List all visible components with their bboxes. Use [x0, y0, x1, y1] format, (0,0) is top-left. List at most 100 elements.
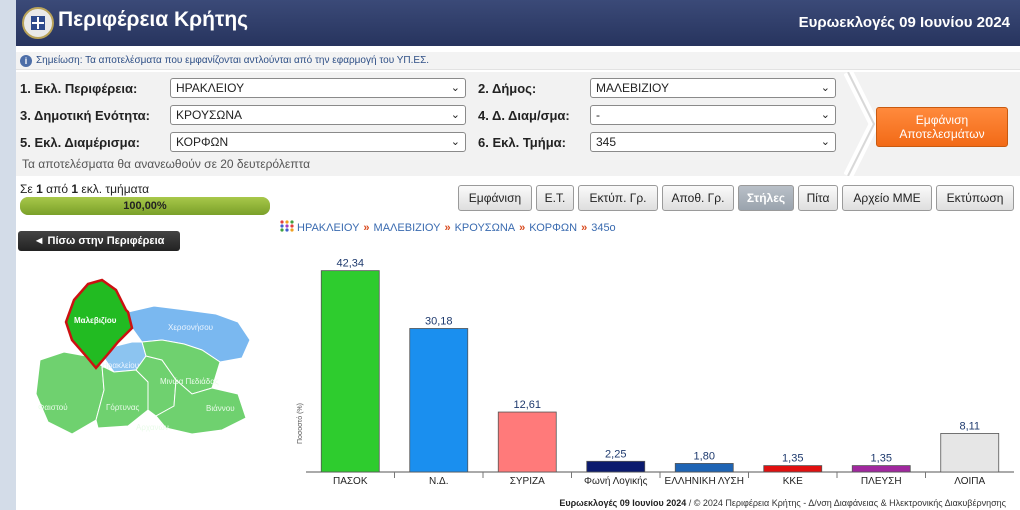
page: Περιφέρεια Κρήτης Ευρωεκλογές 09 Ιουνίου…: [16, 0, 1020, 510]
district-select[interactable]: - ⌄: [590, 105, 836, 125]
chevron-down-icon: ⌄: [820, 109, 830, 121]
breadcrumb-item[interactable]: ΚΟΡΦΩΝ: [529, 222, 577, 234]
tab-media-file[interactable]: Αρχείο ΜΜΕ: [842, 185, 932, 211]
breadcrumb-item[interactable]: ΜΑΛΕΒΙΖΙΟΥ: [374, 222, 441, 234]
tab-save-chart-label: Αποθ. Γρ.: [671, 191, 725, 205]
filter-label-municipality: 2. Δήμος:: [478, 81, 537, 96]
map-label: Ηρακλείου: [102, 361, 139, 370]
tab-show[interactable]: Εμφάνιση: [458, 185, 532, 211]
tab-print[interactable]: Εκτύπωση: [936, 185, 1014, 211]
chart-bar[interactable]: [497, 411, 557, 473]
map-label: Φαιστού: [38, 403, 68, 412]
bar-value-label: 1,35: [782, 453, 803, 465]
bar-value-label: 42,34: [336, 258, 364, 270]
tab-pie[interactable]: Πίτα: [798, 185, 838, 211]
category-label: Φωνή Λογικής: [584, 475, 648, 487]
filter-label-municipal-unit: 3. Δημοτική Ενότητα:: [20, 108, 150, 123]
breadcrumb-item[interactable]: ΚΡΟΥΣΩΝΑ: [455, 222, 516, 234]
breadcrumb-sep-icon: »: [519, 222, 526, 234]
municipality-select-value: ΜΑΛΕΒΙΖΙΟΥ: [596, 81, 669, 95]
progress-text: Σε 1 από 1 εκλ. τμήματα: [20, 182, 149, 196]
progress-post: εκλ. τμήματα: [78, 182, 150, 196]
chevron-down-icon: ⌄: [820, 82, 830, 94]
tab-media-file-label: Αρχείο ΜΜΕ: [853, 191, 921, 205]
filter-panel: 1. Εκλ. Περιφέρεια: ΗΡΑΚΛΕΙΟΥ ⌄ 2. Δήμος:…: [16, 72, 1020, 176]
chart-bar[interactable]: [851, 465, 911, 473]
category-label: ΕΛΛΗΝΙΚΗ ΛΥΣΗ: [665, 476, 744, 487]
filter-label-polling-station: 6. Εκλ. Τμήμα:: [478, 135, 566, 150]
footer-election: Ευρωεκλογές 09 Ιουνίου 2024: [559, 498, 687, 508]
chart-bar[interactable]: [940, 433, 1000, 473]
info-icon: i: [20, 55, 32, 67]
electoral-division-select[interactable]: ΚΟΡΦΩΝ ⌄: [170, 132, 466, 152]
filter-label-electoral-division: 5. Εκλ. Διαμέρισμα:: [20, 135, 140, 150]
show-results-line2: Αποτελεσμάτων: [899, 127, 985, 141]
breadcrumb: ΗΡΑΚΛΕΙΟΥ» ΜΑΛΕΒΙΖΙΟΥ» ΚΡΟΥΣΩΝΑ» ΚΟΡΦΩΝ» 345…: [280, 220, 616, 234]
tab-save-chart[interactable]: Αποθ. Γρ.: [662, 185, 734, 211]
bar-value-label: 1,80: [694, 450, 715, 462]
info-note: i Σημείωση: Τα αποτελέσματα που εμφανίζο…: [16, 52, 1020, 70]
chevron-down-icon: ⌄: [820, 136, 830, 148]
chart-bar[interactable]: [586, 460, 646, 473]
municipal-unit-select[interactable]: ΚΡΟΥΣΩΝΑ ⌄: [170, 105, 466, 125]
y-axis-label: Ποσοστό (%): [296, 403, 304, 444]
crest-icon: [22, 7, 54, 39]
tab-columns-label: Στήλες: [746, 191, 786, 205]
category-label: ΚΚΕ: [783, 476, 803, 487]
map-label: Γόρτυνας: [106, 403, 139, 412]
tab-print-label: Εκτύπωση: [946, 191, 1004, 205]
grid-dots-icon: [280, 220, 294, 232]
tab-polling-stations-label: Ε.Τ.: [544, 191, 566, 205]
breadcrumb-sep-icon: »: [363, 222, 370, 234]
tab-print-chart[interactable]: Εκτύπ. Γρ.: [578, 185, 658, 211]
map-region-gortyna[interactable]: [95, 365, 149, 429]
map-label: Χερσονήσου: [168, 323, 213, 332]
bar-value-label: 1,35: [871, 453, 892, 465]
chart-bar[interactable]: [763, 465, 823, 473]
show-results-line1: Εμφάνιση: [915, 113, 969, 127]
progress-percent: 100,00%: [123, 200, 167, 212]
polling-station-select[interactable]: 345 ⌄: [590, 132, 836, 152]
bar-value-label: 30,18: [425, 315, 453, 327]
footer: Ευρωεκλογές 09 Ιουνίου 2024 / © 2024 Περ…: [16, 498, 1020, 508]
filter-label-district: 4. Δ. Διαμ/σμα:: [478, 108, 570, 123]
map-label: Μινώα Πεδιάδας: [160, 377, 219, 386]
show-results-button[interactable]: Εμφάνιση Αποτελεσμάτων: [876, 107, 1008, 147]
category-label: ΠΑΣΟΚ: [333, 476, 368, 487]
refresh-note: Τα αποτελέσματα θα ανανεωθούν σε 20 δευτ…: [22, 157, 311, 171]
category-label: ΣΥΡΙΖΑ: [510, 476, 545, 487]
tab-print-chart-label: Εκτύπ. Γρ.: [589, 191, 647, 205]
results-bar-chart: Ποσοστό (%) 42,34 ΠΑΣΟΚ 30,18 Ν.Δ. 12,61 ΣΥΡΙΖ…: [296, 258, 1014, 487]
progress-done: 1: [36, 182, 43, 196]
chevron-down-icon: ⌄: [450, 82, 460, 94]
electoral-division-select-value: ΚΟΡΦΩΝ: [176, 135, 229, 149]
district-select-value: -: [596, 108, 600, 122]
breadcrumb-item[interactable]: ΗΡΑΚΛΕΙΟΥ: [297, 222, 359, 234]
progress-mid: από: [42, 182, 72, 196]
tab-show-label: Εμφάνιση: [468, 191, 522, 205]
progress-pre: Σε: [20, 182, 37, 196]
tab-pie-label: Πίτα: [806, 191, 830, 205]
breadcrumb-item-current: 345ο: [591, 222, 616, 234]
map-label: Βιάννου: [206, 404, 235, 413]
bar-value-label: 12,61: [513, 399, 541, 411]
chart-bar[interactable]: [320, 270, 380, 473]
footer-copyright: / © 2024 Περιφέρεια Κρήτης - Δ/νση Διαφά…: [686, 498, 1006, 508]
bar-value-label: 8,11: [959, 420, 980, 432]
chart-bar[interactable]: [409, 328, 469, 473]
polling-station-select-value: 345: [596, 135, 617, 149]
progress-bar: 100,00%: [20, 197, 270, 215]
tab-columns[interactable]: Στήλες: [738, 185, 794, 211]
chevron-down-icon: ⌄: [450, 109, 460, 121]
breadcrumb-sep-icon: »: [444, 222, 451, 234]
election-title: Ευρωεκλογές 09 Ιουνίου 2024: [798, 14, 1010, 31]
map-label-selected: Μαλεβιζίου: [74, 316, 117, 325]
region-select[interactable]: ΗΡΑΚΛΕΙΟΥ ⌄: [170, 78, 466, 98]
tab-polling-stations[interactable]: Ε.Τ.: [536, 185, 574, 211]
municipal-unit-select-value: ΚΡΟΥΣΩΝΑ: [176, 108, 243, 122]
chart-bar[interactable]: [674, 463, 734, 473]
back-to-region-button[interactable]: ◄ Πίσω στην Περιφέρεια: [18, 231, 180, 251]
municipality-select[interactable]: ΜΑΛΕΒΙΖΙΟΥ ⌄: [590, 78, 836, 98]
bar-value-label: 2,25: [605, 448, 626, 460]
category-label: Ν.Δ.: [429, 476, 448, 487]
